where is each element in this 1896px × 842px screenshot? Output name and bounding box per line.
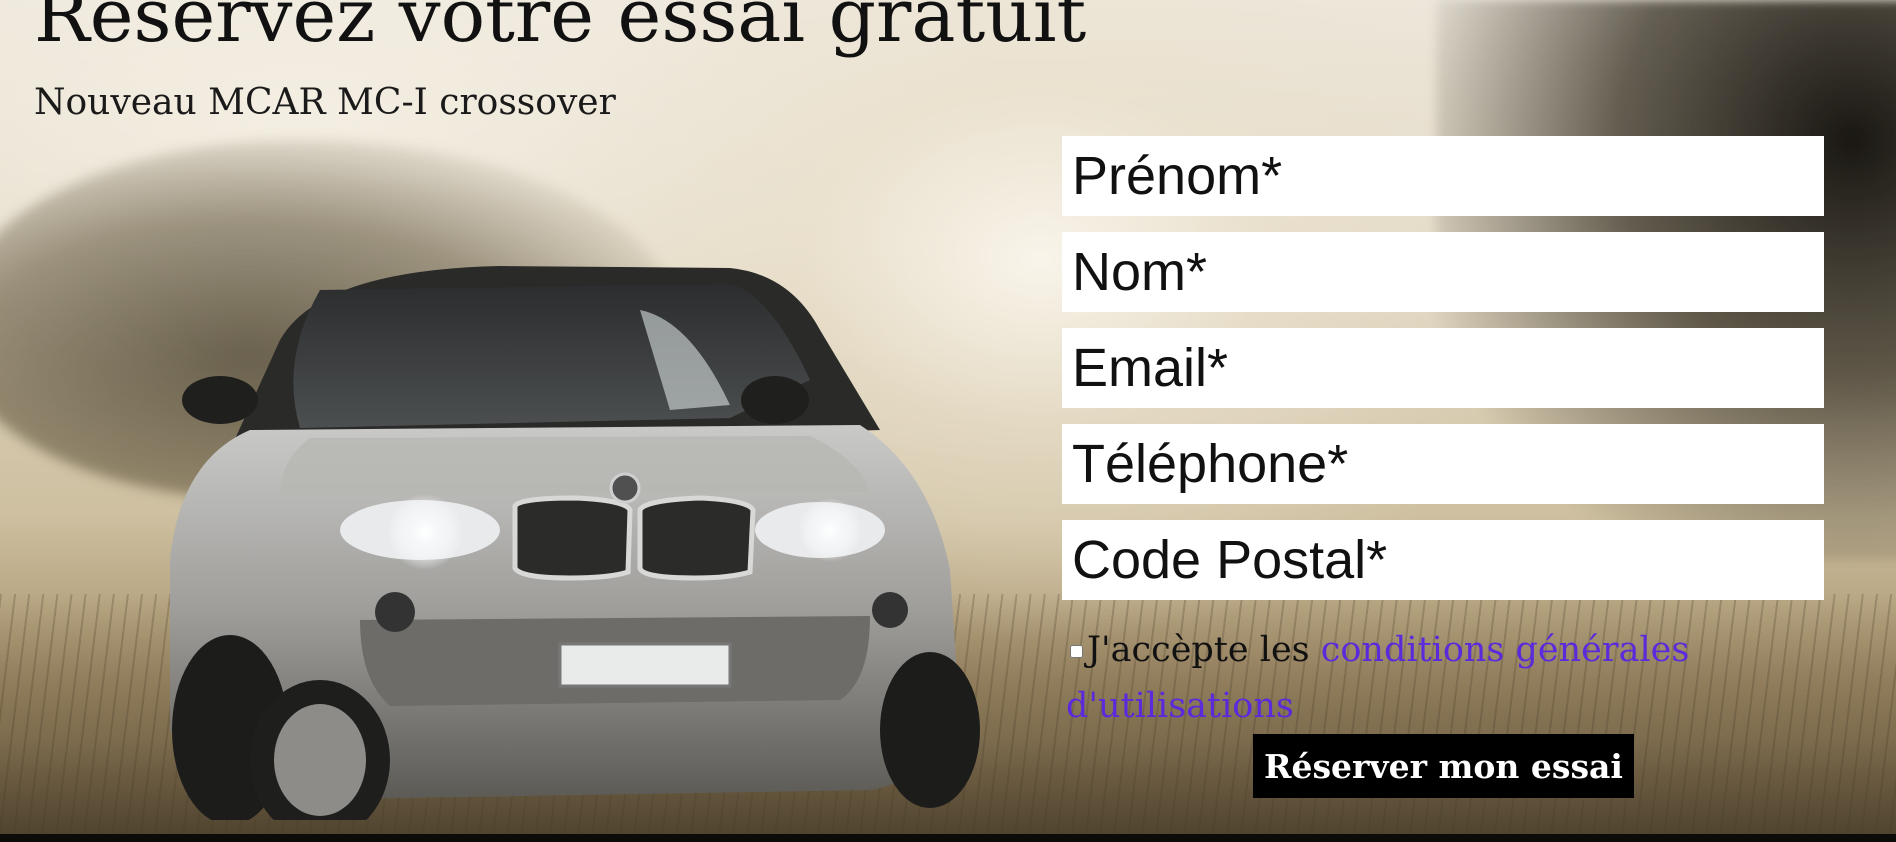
page-subtitle: Nouveau MCAR MC-I crossover	[34, 82, 616, 123]
bottom-edge-bar	[0, 834, 1896, 842]
terms-checkbox[interactable]	[1070, 645, 1083, 658]
terms-consent: J'accèpte les conditions générales d'uti…	[1066, 622, 1706, 734]
page-title: Réservez votre essai gratuit	[34, 0, 1087, 59]
last-name-input[interactable]	[1062, 232, 1824, 312]
first-name-input[interactable]	[1062, 136, 1824, 216]
phone-input[interactable]	[1062, 424, 1824, 504]
postal-code-input[interactable]	[1062, 520, 1824, 600]
hero-car-image	[170, 260, 1090, 820]
terms-label: J'accèpte les	[1087, 630, 1321, 670]
trial-booking-form	[1062, 136, 1824, 616]
email-input[interactable]	[1062, 328, 1824, 408]
hero-section: Réservez votre essai gratuit Nouveau MCA…	[0, 0, 1896, 834]
book-trial-button[interactable]: Réserver mon essai	[1253, 734, 1634, 798]
